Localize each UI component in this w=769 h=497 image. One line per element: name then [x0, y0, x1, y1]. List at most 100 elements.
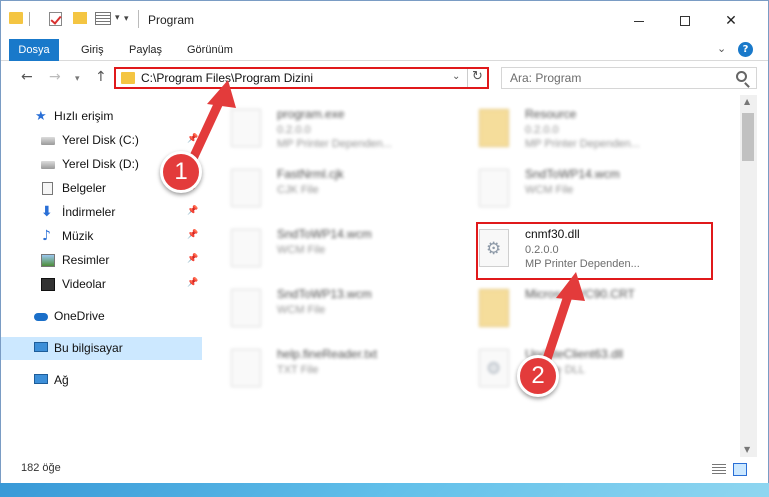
- tab-share[interactable]: Paylaş: [129, 39, 162, 61]
- file-highlight-box: [476, 222, 713, 280]
- search-box[interactable]: Ara: Program: [501, 67, 757, 89]
- sidebar-item-quick-access[interactable]: ★ Hızlı erişim: [1, 105, 202, 128]
- scroll-up-icon[interactable]: ▲: [744, 97, 750, 106]
- address-bar[interactable]: C:\Program Files\Program Dizini ⌄ ↻: [114, 67, 489, 89]
- file-icon: [231, 169, 261, 207]
- list-item[interactable]: help.fineReader.txt TXT File: [211, 343, 451, 401]
- large-icons-view-icon[interactable]: [733, 463, 747, 476]
- sidebar-item-network[interactable]: Ağ: [1, 369, 202, 392]
- file-type: WCM File: [277, 304, 326, 316]
- sidebar-item-pictures[interactable]: Resimler 📌: [1, 249, 202, 272]
- list-item[interactable]: program.exe 0.2.0.0 MP Printer Dependen.…: [211, 103, 451, 161]
- callout-badge-1: 1: [160, 151, 202, 193]
- pin-icon[interactable]: 📌: [187, 278, 198, 288]
- sidebar-item-label: Yerel Disk (C:): [62, 133, 139, 147]
- callout-badge-2: 2: [517, 355, 559, 397]
- sidebar-item-label: Hızlı erişim: [54, 109, 114, 123]
- maximize-button[interactable]: [662, 7, 708, 35]
- item-count: 182 öğe: [21, 462, 61, 474]
- title-bar: ▾ ▾ Program ✕: [1, 1, 768, 39]
- file-name: FastNrml.cjk: [277, 167, 344, 181]
- file-name: SndToWP14.wcm: [277, 227, 372, 241]
- folder-icon: [9, 12, 23, 24]
- list-item[interactable]: Microsoft.VC90.CRT: [459, 283, 699, 341]
- recent-locations-icon[interactable]: ▾: [75, 74, 80, 84]
- list-item[interactable]: UpdateClient63.dll Service DLL: [459, 343, 699, 401]
- list-item[interactable]: Resource 0.2.0.0 MP Printer Dependen...: [459, 103, 699, 161]
- image-icon: [41, 254, 55, 267]
- sidebar-item-music[interactable]: ♪ Müzik 📌: [1, 225, 202, 248]
- pin-icon[interactable]: 📌: [187, 206, 198, 216]
- file-name: program.exe: [277, 107, 345, 121]
- star-icon: ★: [35, 109, 47, 124]
- file-name: Microsoft.VC90.CRT: [525, 287, 635, 301]
- close-button[interactable]: ✕: [708, 7, 754, 35]
- file-name: Resource: [525, 107, 577, 121]
- file-version: 0.2.0.0: [525, 124, 559, 136]
- tab-view[interactable]: Görünüm: [187, 39, 233, 61]
- refresh-icon[interactable]: ↻: [472, 69, 483, 84]
- sidebar-item-label: Bu bilgisayar: [54, 341, 123, 355]
- minimize-button[interactable]: [616, 7, 662, 35]
- back-button[interactable]: ←: [21, 69, 33, 85]
- scroll-thumb[interactable]: [742, 113, 754, 161]
- address-history-icon[interactable]: ⌄: [452, 71, 460, 82]
- status-bar: 182 öğe: [1, 457, 768, 483]
- sidebar-item-local-disk-c[interactable]: Yerel Disk (C:) 📌: [1, 129, 202, 152]
- window-title: Program: [148, 13, 195, 27]
- sidebar-item-downloads[interactable]: ⬇ İndirmeler 📌: [1, 201, 202, 224]
- forward-button[interactable]: →: [49, 69, 61, 85]
- file-icon: [479, 169, 509, 207]
- scroll-down-icon[interactable]: ▼: [744, 445, 750, 454]
- dll-gear-icon: [479, 349, 509, 387]
- title-separator: [138, 10, 139, 28]
- pin-icon[interactable]: 📌: [187, 134, 198, 144]
- navigation-row: ← → ▾ ↑ C:\Program Files\Program Dizini …: [1, 61, 768, 95]
- customize-toolbar-icon[interactable]: ▾: [124, 14, 129, 24]
- sidebar-item-label: Müzik: [62, 229, 94, 243]
- tab-home[interactable]: Giriş: [81, 39, 104, 61]
- pin-icon[interactable]: 📌: [187, 230, 198, 240]
- quick-access-dropdown-icon[interactable]: ▾: [115, 13, 120, 23]
- folder-icon: [479, 289, 509, 327]
- tab-file[interactable]: Dosya: [9, 39, 59, 61]
- sidebar-item-label: Videolar: [62, 277, 106, 291]
- sidebar-item-label: Yerel Disk (D:): [62, 157, 139, 171]
- search-input[interactable]: Ara: Program: [510, 71, 581, 85]
- sidebar-item-this-pc[interactable]: Bu bilgisayar: [1, 337, 202, 360]
- help-icon[interactable]: ?: [738, 42, 753, 57]
- file-icon: [231, 229, 261, 267]
- up-button[interactable]: ↑: [95, 69, 107, 85]
- list-item[interactable]: SndToWP14.wcm WCM File: [211, 223, 451, 281]
- expand-ribbon-icon[interactable]: ⌄: [717, 42, 726, 55]
- disk-icon: [41, 161, 55, 169]
- file-name: help.fineReader.txt: [277, 347, 378, 361]
- file-description: MP Printer Dependen...: [277, 138, 392, 150]
- sidebar-item-videos[interactable]: Videolar 📌: [1, 273, 202, 296]
- new-folder-icon[interactable]: [73, 12, 87, 24]
- properties-check-icon[interactable]: [49, 12, 62, 26]
- details-view-icon[interactable]: [712, 464, 726, 475]
- list-item[interactable]: FastNrml.cjk CJK File: [211, 163, 451, 221]
- file-type: WCM File: [277, 244, 326, 256]
- address-path[interactable]: C:\Program Files\Program Dizini: [141, 71, 313, 85]
- properties-icon[interactable]: [95, 12, 111, 25]
- file-name: SndToWP13.wcm: [277, 287, 372, 301]
- sidebar-item-onedrive[interactable]: OneDrive: [1, 305, 202, 328]
- file-description: MP Printer Dependen...: [525, 138, 640, 150]
- list-item[interactable]: SndToWP14.wcm WCM File: [459, 163, 699, 221]
- file-version: 0.2.0.0: [277, 124, 311, 136]
- sidebar-item-label: Resimler: [62, 253, 110, 267]
- vertical-scrollbar[interactable]: ▲ ▼: [740, 95, 757, 457]
- list-item[interactable]: SndToWP13.wcm WCM File: [211, 283, 451, 341]
- file-type: TXT File: [277, 364, 319, 376]
- file-icon: [231, 289, 261, 327]
- sidebar-item-label: Belgeler: [62, 181, 107, 195]
- pin-icon[interactable]: 📌: [187, 254, 198, 264]
- music-icon: ♪: [42, 228, 51, 244]
- search-icon[interactable]: [736, 71, 747, 82]
- file-type: CJK File: [277, 184, 319, 196]
- download-icon: ⬇: [41, 204, 53, 220]
- folder-icon: [479, 109, 509, 147]
- network-icon: [34, 374, 48, 384]
